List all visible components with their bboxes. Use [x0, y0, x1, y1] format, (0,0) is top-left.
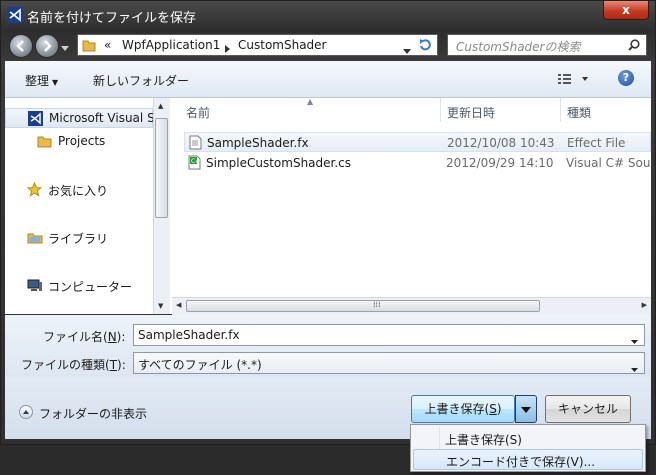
save-options-menu: 上書き保存(S) エンコード付きで保存(V)... — [410, 424, 646, 472]
column-divider[interactable] — [440, 98, 441, 122]
breadcrumb-customshader[interactable]: CustomShader — [238, 38, 326, 52]
folder-icon — [37, 134, 52, 151]
history-dropdown[interactable] — [61, 41, 69, 55]
scrollbar-thumb[interactable] — [155, 118, 168, 218]
nav-item-favorites[interactable]: お気に入り — [5, 180, 153, 200]
filename-value[interactable]: SampleShader.fx — [138, 328, 240, 342]
breadcrumb-wpfapplication1[interactable]: WpfApplication1 — [122, 38, 220, 52]
cancel-button[interactable]: キャンセル — [545, 395, 631, 423]
chevron-down-icon: ▼ — [52, 78, 59, 87]
visual-studio-icon — [28, 111, 43, 129]
scroll-right-icon[interactable]: ▶ — [642, 301, 647, 309]
nav-item-projects[interactable]: Projects — [5, 132, 153, 152]
nav-item-label: お気に入り — [48, 184, 109, 198]
column-header-type[interactable]: 種類 — [567, 104, 591, 121]
new-folder-button[interactable]: 新しいフォルダー — [93, 72, 189, 89]
view-options-button[interactable] — [558, 73, 592, 88]
column-header-name[interactable]: 名前 — [186, 104, 210, 121]
command-toolbar: 整理 ▼ 新しいフォルダー ? — [5, 61, 651, 98]
nav-item-label: コンピューター — [48, 280, 133, 294]
csharp-file-icon: C# — [188, 155, 202, 173]
chevron-down-icon[interactable] — [631, 361, 638, 375]
help-button[interactable]: ? — [618, 70, 634, 86]
hide-folders-label: フォルダーの非表示 — [39, 407, 148, 421]
nav-item-microsoft-visual-studio[interactable]: Microsoft Visual S — [5, 108, 153, 128]
search-placeholder: CustomShaderの検索 — [456, 40, 581, 54]
browser-area: Microsoft Visual S Projects お気に入り ライブラリ — [5, 98, 651, 315]
menu-item-label: エンコード付きで保存(V)... — [446, 455, 596, 469]
filetype-value: すべてのファイル (*.*) — [138, 358, 262, 372]
nav-item-computer[interactable]: コンピューター — [5, 276, 153, 296]
folder-icon — [82, 38, 96, 55]
search-icon[interactable] — [628, 39, 640, 54]
file-list: ▲ 名前 更新日時 種類 SampleShader.fx 2012/10/08 … — [170, 98, 651, 314]
nav-item-label: Microsoft Visual S — [49, 111, 153, 125]
chevron-down-icon[interactable] — [403, 43, 411, 57]
breadcrumb-separator-icon[interactable] — [225, 42, 230, 56]
scroll-up-icon[interactable]: ▲ — [158, 102, 163, 110]
save-options-dropdown[interactable] — [515, 395, 537, 423]
filetype-select[interactable]: すべてのファイル (*.*) — [133, 352, 645, 374]
file-list-scrollbar[interactable]: ◀ ⁞⁞⁞ ▶ — [172, 297, 651, 315]
filename-label: ファイル名(N): — [43, 330, 126, 344]
forward-button[interactable] — [35, 34, 59, 58]
visual-studio-icon — [7, 7, 23, 23]
file-name: SampleShader.fx — [207, 136, 309, 150]
file-modified: 2012/10/08 10:43 — [447, 136, 555, 150]
scroll-left-icon[interactable]: ◀ — [176, 301, 181, 309]
breadcrumb-overflow[interactable]: « — [104, 38, 111, 52]
computer-icon — [27, 278, 43, 296]
navigation-bar: « WpfApplication1 CustomShader CustomSha… — [1, 29, 655, 61]
chevron-down-icon — [61, 46, 69, 51]
organize-button[interactable]: 整理 ▼ — [25, 72, 58, 89]
filetype-label: ファイルの種類(T): — [21, 358, 126, 372]
save-form: ファイル名(N): SampleShader.fx ファイルの種類(T): すべ… — [5, 315, 651, 377]
window-title: 名前を付けてファイルを保存 — [27, 11, 197, 26]
navigation-pane: Microsoft Visual S Projects お気に入り ライブラリ — [5, 98, 153, 314]
file-modified: 2012/09/29 14:10 — [446, 156, 554, 170]
arrow-left-icon — [16, 40, 24, 52]
chevron-down-icon — [521, 407, 531, 413]
scroll-down-icon[interactable]: ▼ — [158, 302, 163, 310]
filename-field[interactable]: SampleShader.fx — [133, 324, 645, 346]
address-bar[interactable]: « WpfApplication1 CustomShader — [77, 34, 438, 56]
save-dialog-window: 名前を付けてファイルを保存 x « WpfApplication1 Custom… — [0, 0, 656, 445]
column-header-modified[interactable]: 更新日時 — [447, 104, 495, 121]
close-icon: x — [622, 3, 630, 17]
library-icon — [27, 230, 43, 248]
nav-item-label: ライブラリ — [48, 232, 109, 246]
text-file-icon — [189, 135, 202, 153]
column-divider[interactable] — [560, 98, 561, 122]
arrow-right-icon — [44, 40, 52, 52]
grip-icon: ⁞⁞⁞ — [373, 300, 381, 309]
close-button[interactable]: x — [603, 1, 649, 20]
star-icon — [26, 181, 43, 200]
file-type: Effect File — [567, 136, 626, 150]
scrollbar-thumb[interactable]: ⁞⁞⁞ — [186, 300, 540, 312]
refresh-icon[interactable] — [417, 37, 433, 56]
chevron-down-icon[interactable] — [631, 333, 638, 347]
file-type: Visual C# Sou — [566, 156, 651, 170]
file-row[interactable]: SampleShader.fx 2012/10/08 10:43 Effect … — [184, 132, 651, 152]
nav-pane-scrollbar[interactable]: ▲ ▼ — [153, 98, 170, 314]
search-input[interactable]: CustomShaderの検索 — [447, 34, 647, 56]
menu-item-save[interactable]: 上書き保存(S) — [413, 428, 643, 449]
file-row[interactable]: C# SimpleCustomShader.cs 2012/09/29 14:1… — [184, 153, 651, 173]
save-button[interactable]: 上書き保存(S) — [411, 395, 515, 423]
back-button[interactable] — [9, 34, 33, 58]
organize-label: 整理 — [25, 74, 50, 88]
file-name: SimpleCustomShader.cs — [206, 156, 352, 170]
menu-item-label: 上書き保存(S) — [445, 433, 522, 447]
view-list-icon — [558, 74, 588, 84]
title-bar: 名前を付けてファイルを保存 x — [1, 1, 655, 29]
nav-item-libraries[interactable]: ライブラリ — [5, 228, 153, 248]
menu-item-save-with-encoding[interactable]: エンコード付きで保存(V)... — [413, 449, 643, 470]
sort-ascending-icon: ▲ — [307, 98, 314, 106]
collapse-up-icon[interactable] — [19, 405, 33, 419]
svg-text:C#: C# — [191, 158, 200, 165]
help-icon: ? — [622, 71, 630, 84]
nav-item-label: Projects — [58, 134, 106, 148]
